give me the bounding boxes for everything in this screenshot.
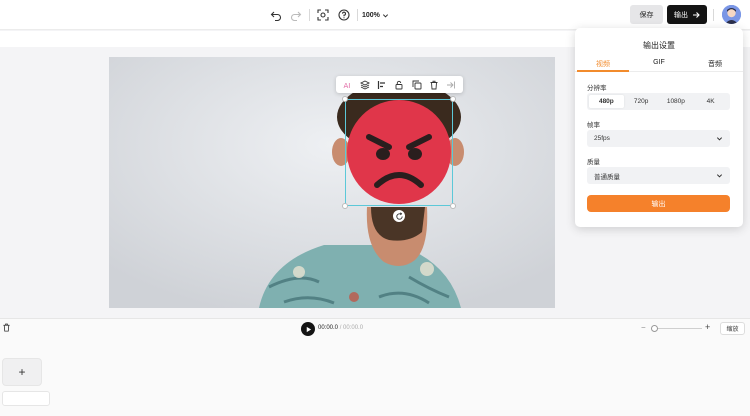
resolution-selector: 480p 720p 1080p 4K [587,93,730,110]
resize-handle-top-left[interactable] [342,96,348,102]
quality-value: 普通质量 [594,173,620,181]
delete-icon[interactable] [429,79,440,90]
rotate-icon [395,211,403,220]
resolution-option-720p[interactable]: 720p [624,95,659,108]
resize-handle-bottom-left[interactable] [342,203,348,209]
toolbar-divider [357,9,358,21]
tab-audio[interactable]: 音频 [687,58,743,71]
timeline-zoom-slider[interactable] [651,325,658,332]
export-button-label: 输出 [674,11,688,19]
redo-icon[interactable] [289,8,303,22]
resolution-option-1080p[interactable]: 1080p [659,95,694,108]
undo-icon[interactable] [269,8,283,22]
avatar[interactable] [722,5,741,24]
time-separator: / [339,325,342,331]
add-track-button[interactable]: + [2,358,42,386]
timeline-panel: 00:00.0 / 00:00.0 − + 缩放 + [0,318,750,416]
video-frame-image [109,57,555,308]
zoom-in-button[interactable]: + [705,322,710,332]
export-tabs: 视频 GIF 音频 [575,58,743,72]
quality-select[interactable]: 普通质量 [587,167,730,184]
zoom-dropdown[interactable]: 100% [362,8,389,22]
layers-icon[interactable] [359,79,370,90]
play-button[interactable] [301,322,315,336]
video-canvas[interactable] [109,57,555,308]
timeline-zoom-track[interactable] [651,328,702,329]
framerate-label: 帧率 [587,122,600,129]
help-icon[interactable] [337,8,351,22]
lock-icon[interactable] [394,79,405,90]
chevron-down-icon [716,174,723,178]
zoom-level: 100% [362,11,380,19]
screenshot-icon[interactable] [316,8,330,22]
save-button[interactable]: 保存 [630,5,663,24]
user-avatar-icon [722,5,741,24]
trash-icon[interactable] [2,323,12,333]
fit-button[interactable]: 缩放 [720,322,745,335]
ai-icon-text: AI [343,82,350,90]
resize-handle-bottom-right[interactable] [450,203,456,209]
split-icon[interactable] [446,79,457,90]
resolution-option-4k[interactable]: 4K [693,95,728,108]
quality-label: 质量 [587,159,600,166]
tab-gif[interactable]: GIF [631,58,687,71]
framerate-value: 25fps [594,135,610,142]
resolution-option-480p[interactable]: 480p [589,95,624,108]
rotate-handle[interactable] [393,210,405,222]
panel-title: 输出设置 [643,41,675,50]
export-settings-panel: 输出设置 视频 GIF 音频 分辨率 480p 720p 1080p 4K 帧率… [575,28,743,227]
align-icon[interactable] [377,79,388,90]
toolbar-divider [713,9,714,21]
ai-icon[interactable]: AI [342,79,353,90]
resolution-label: 分辨率 [587,85,607,92]
toolbar-divider [309,9,310,21]
arrow-right-icon [693,11,700,18]
top-toolbar: 100% 保存 输出 [0,0,750,30]
export-confirm-button[interactable]: 输出 [587,195,730,212]
playback-time: 00:00.0 / 00:00.0 [318,325,363,331]
resize-handle-top-right[interactable] [450,96,456,102]
chevron-down-icon [716,137,723,141]
current-time: 00:00.0 [318,325,339,331]
selection-box [345,99,453,206]
track-slot[interactable] [2,391,50,406]
framerate-select[interactable]: 25fps [587,130,730,147]
play-icon [306,326,311,332]
tab-video[interactable]: 视频 [575,58,631,72]
duplicate-icon[interactable] [411,79,422,90]
total-duration: 00:00.0 [343,325,364,331]
element-toolbar: AI [336,76,463,93]
export-button[interactable]: 输出 [667,5,707,24]
chevron-down-icon [382,13,388,17]
zoom-out-button[interactable]: − [641,323,646,332]
